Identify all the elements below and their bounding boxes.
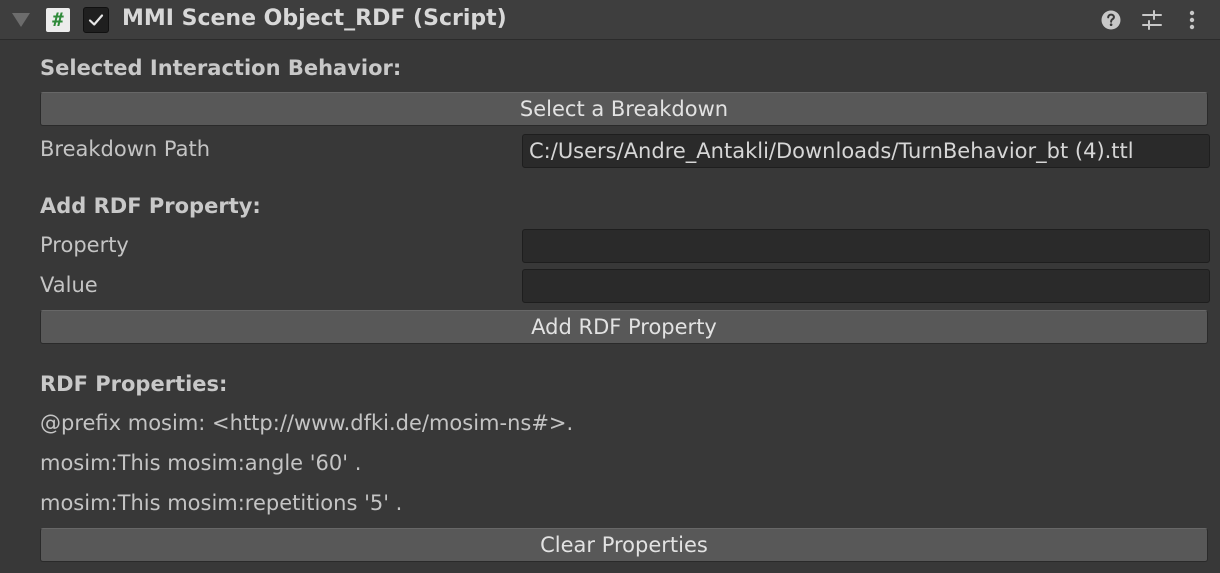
- rdf-property-line: mosim:This mosim:repetitions '5' .: [40, 491, 403, 515]
- section-label-interaction-behavior: Selected Interaction Behavior:: [40, 56, 402, 80]
- select-breakdown-button[interactable]: Select a Breakdown: [40, 92, 1208, 126]
- value-input[interactable]: [522, 269, 1210, 303]
- more-icon[interactable]: [1181, 9, 1203, 31]
- section-label-add-rdf-property: Add RDF Property:: [40, 194, 261, 218]
- property-label: Property: [40, 233, 129, 257]
- property-input[interactable]: [522, 229, 1210, 263]
- component-title: MMI Scene Object_RDF (Script): [122, 6, 507, 31]
- value-label: Value: [40, 273, 98, 297]
- rdf-property-line: @prefix mosim: <http://www.dfki.de/mosim…: [40, 411, 574, 435]
- breakdown-path-field[interactable]: C:/Users/Andre_Antakli/Downloads/TurnBeh…: [522, 134, 1210, 168]
- breakdown-path-label: Breakdown Path: [40, 137, 210, 161]
- clear-properties-button[interactable]: Clear Properties: [40, 528, 1208, 562]
- script-icon: #: [46, 8, 70, 32]
- help-icon[interactable]: [1100, 9, 1122, 31]
- inspector-component-panel: # MMI Scene Object_RDF (Script) Selected…: [0, 0, 1220, 573]
- checkmark-icon: [88, 14, 104, 26]
- section-label-rdf-properties: RDF Properties:: [40, 372, 228, 396]
- presets-icon[interactable]: [1141, 9, 1163, 31]
- foldout-arrow-icon[interactable]: [12, 13, 30, 27]
- component-header[interactable]: # MMI Scene Object_RDF (Script): [0, 0, 1220, 40]
- add-rdf-property-button[interactable]: Add RDF Property: [40, 310, 1208, 344]
- rdf-property-line: mosim:This mosim:angle '60' .: [40, 451, 362, 475]
- component-enabled-checkbox[interactable]: [83, 7, 109, 33]
